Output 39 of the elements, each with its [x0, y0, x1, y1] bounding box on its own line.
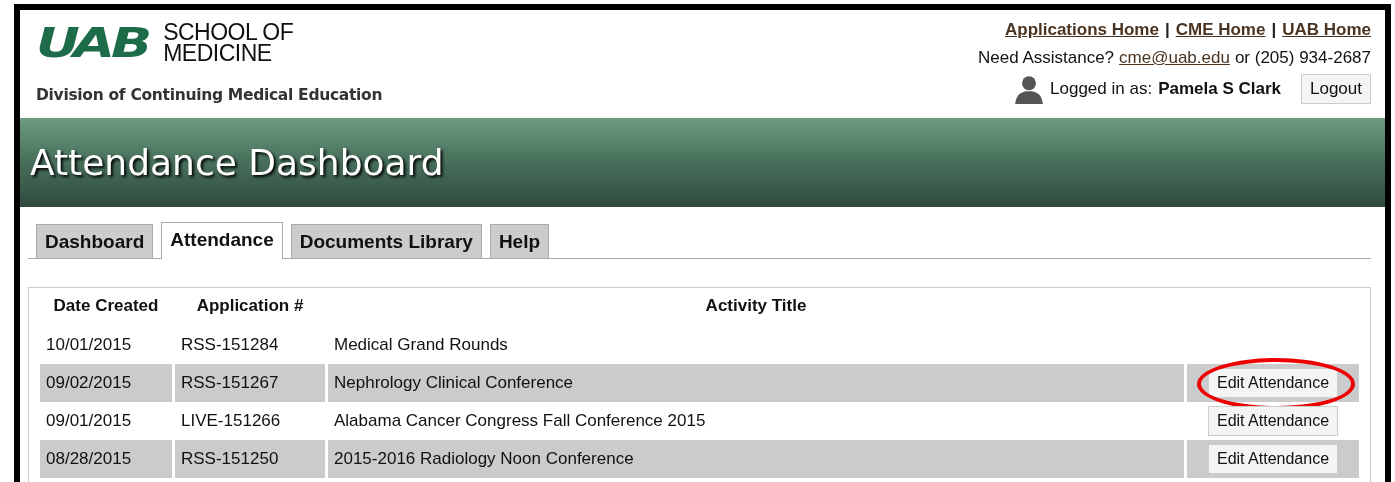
- table-cell-text: RSS-151284: [180, 334, 280, 356]
- assistance-label: Need Assistance?: [978, 48, 1115, 68]
- nav-link[interactable]: UAB Home: [1282, 20, 1371, 40]
- email-link[interactable]: cme@uab.edu: [1119, 48, 1230, 68]
- table-cell-text: Alabama Cancer Congress Fall Conference 2015: [333, 410, 707, 432]
- logged-in-label: Logged in as:: [1050, 79, 1153, 99]
- logout-button[interactable]: Logout: [1301, 74, 1371, 104]
- table-cell: 09/02/2015: [40, 364, 172, 402]
- table-cell-text: 09/01/2015: [45, 410, 133, 432]
- link-separator: |: [1164, 20, 1170, 40]
- table-cell: RSS-151250: [175, 440, 325, 478]
- tab[interactable]: Documents Library: [290, 224, 482, 258]
- user-icon: [1014, 74, 1045, 104]
- tab[interactable]: Dashboard: [36, 224, 154, 258]
- nav-link[interactable]: CME Home: [1175, 20, 1266, 40]
- table-cell: 2015-2016 Radiology Noon Conference: [328, 440, 1184, 478]
- tab[interactable]: Help: [489, 224, 550, 258]
- table-cell-text: LIVE-151266: [180, 410, 282, 432]
- table-cell: RSS-151267: [175, 364, 325, 402]
- logo: UAB: [36, 23, 149, 63]
- table-cell: 08/28/2015: [40, 440, 172, 478]
- table-cell-text: Medical Grand Rounds: [333, 334, 509, 356]
- division-name: Division of Continuing Medical Education: [36, 86, 383, 104]
- link-separator: |: [1271, 20, 1277, 40]
- school-name: MEDICINE: [163, 43, 273, 64]
- school-name: SCHOOL OF: [163, 22, 294, 43]
- column-header: Date Created: [53, 296, 159, 315]
- edit-attendance-button[interactable]: Edit Attendance: [1207, 406, 1339, 436]
- column-header: Activity Title: [705, 296, 807, 315]
- column-header: Application #: [196, 296, 304, 315]
- table-cell: Nephrology Clinical Conference: [328, 364, 1184, 402]
- edit-attendance-button[interactable]: Edit Attendance: [1207, 368, 1339, 398]
- phone-text: or (205) 934-2687: [1234, 48, 1371, 68]
- tab[interactable]: Attendance: [161, 222, 283, 259]
- table-cell-text: 10/01/2015: [45, 334, 133, 356]
- nav-link[interactable]: Applications Home: [1004, 20, 1159, 40]
- page-title: Attendance Dashboard: [30, 142, 444, 183]
- user-name: Pamela S Clark: [1158, 79, 1281, 99]
- edit-attendance-button[interactable]: Edit Attendance: [1207, 444, 1339, 474]
